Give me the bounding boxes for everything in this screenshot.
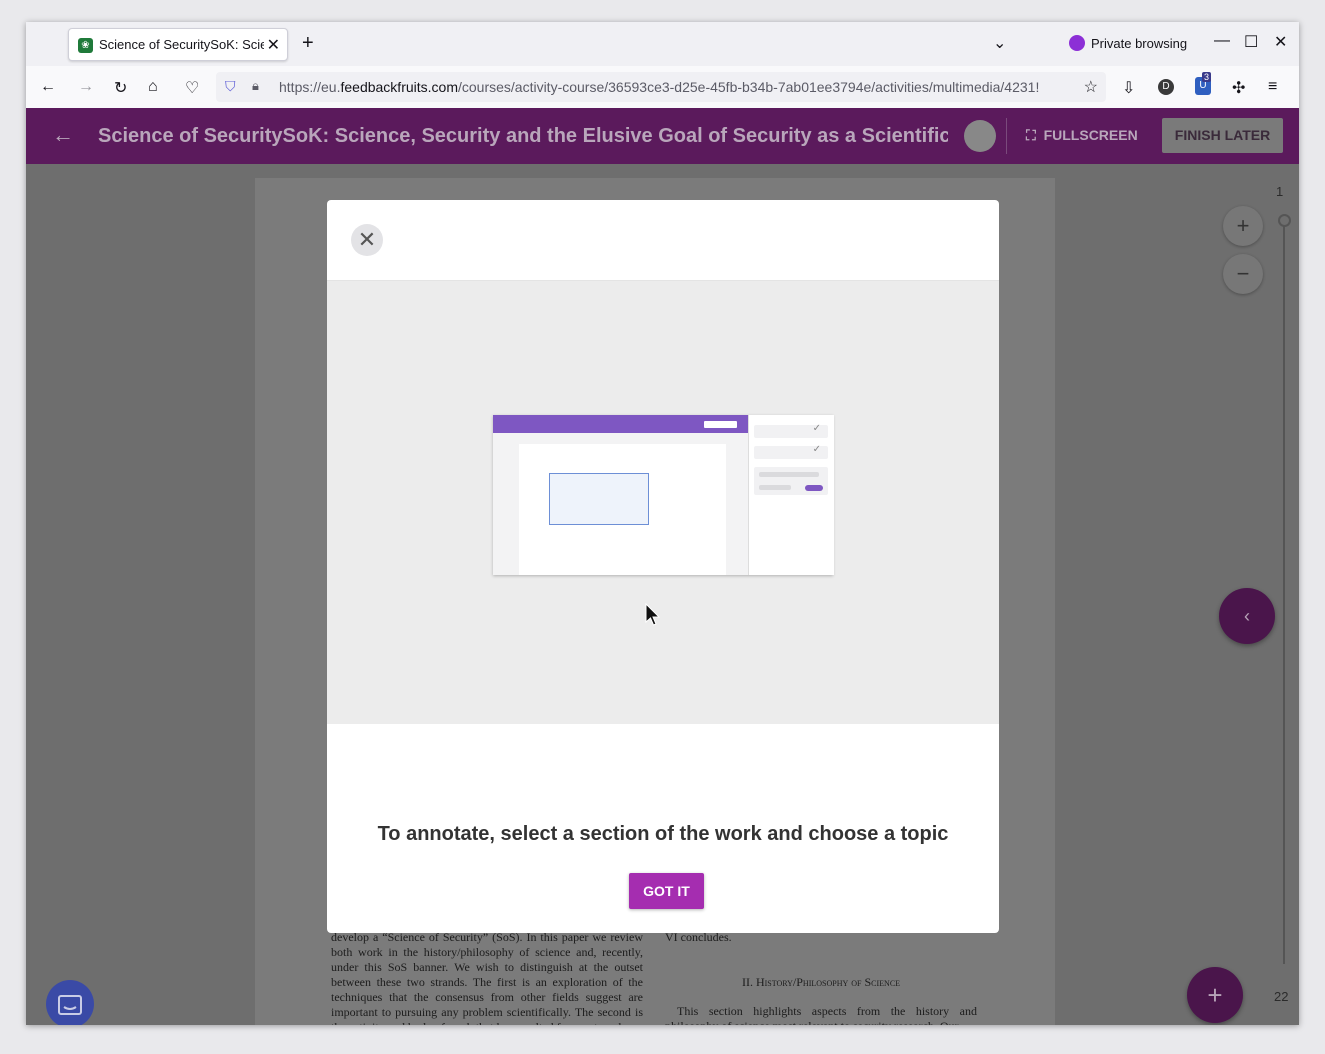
chevron-left-icon: ‹	[1244, 606, 1250, 626]
check-icon: ✓	[812, 444, 821, 455]
bookmark-star-icon[interactable]: ☆	[1084, 77, 1098, 97]
illustration-stage: ✓ ✓	[327, 281, 999, 724]
illustration-pill-button	[805, 485, 823, 491]
browser-tab-active[interactable]: ❀ Science of SecuritySoK: Scie ✕	[68, 28, 288, 61]
illustration-sidebar: ✓ ✓	[748, 415, 834, 575]
mouse-cursor-icon	[645, 603, 661, 626]
reload-icon[interactable]: ↻	[114, 78, 127, 98]
pocket-icon[interactable]: ♡	[185, 78, 199, 98]
illustration-selection-box	[549, 473, 649, 525]
annotation-illustration: ✓ ✓	[493, 415, 834, 575]
navigation-bar: ← → ↻ ⌂ ♡ ⛉ 🔒︎ https://eu.feedbackfruits…	[26, 66, 1299, 109]
plus-icon: +	[1207, 980, 1223, 1010]
illustration-toolbar-button	[704, 421, 737, 428]
list-all-tabs-icon[interactable]: ⌄	[993, 33, 1006, 53]
tab-close-icon[interactable]: ✕	[267, 35, 280, 55]
illustration-card: ✓	[754, 444, 828, 459]
got-it-button[interactable]: GOT IT	[629, 873, 704, 909]
url-text[interactable]: https://eu.feedbackfruits.com/courses/ac…	[279, 79, 1074, 95]
feedbackfruits-favicon-icon: ❀	[78, 38, 93, 53]
app-header: ← Science of SecuritySoK: Science, Secur…	[26, 108, 1299, 164]
document-title: Science of SecuritySoK: Science, Securit…	[98, 125, 948, 147]
window-close-icon[interactable]: ✕	[1274, 32, 1287, 52]
finish-later-button[interactable]: FINISH LATER	[1162, 118, 1283, 153]
tab-title: Science of SecuritySoK: Scie	[99, 37, 264, 52]
zoom-in-button[interactable]: +	[1223, 206, 1263, 246]
fullscreen-button[interactable]: ⛶ FULLSCREEN	[1026, 127, 1138, 144]
onboarding-modal: ✕ ✓ ✓ To annotate, select a section of t…	[327, 200, 999, 933]
modal-message: To annotate, select a section of the wor…	[377, 823, 949, 845]
page-slider-handle[interactable]	[1278, 214, 1291, 227]
tracking-protection-shield-icon[interactable]: ⛉	[225, 78, 236, 95]
private-browsing-indicator: Private browsing	[1069, 35, 1187, 51]
illustration-line	[759, 472, 819, 477]
zoom-out-button[interactable]: −	[1223, 254, 1263, 294]
back-arrow-icon[interactable]: ←	[40, 78, 56, 96]
extensions-puzzle-icon[interactable]: ✣	[1232, 78, 1245, 98]
fullscreen-label: FULLSCREEN	[1043, 127, 1138, 143]
home-icon[interactable]: ⌂	[148, 78, 158, 96]
address-bar[interactable]: ⛉ 🔒︎ https://eu.feedbackfruits.com/cours…	[216, 72, 1106, 102]
avatar[interactable]	[964, 120, 996, 152]
page-slider[interactable]	[1283, 216, 1285, 964]
profile-extension-icon[interactable]: D	[1158, 79, 1174, 95]
header-divider	[1006, 118, 1007, 154]
minimize-icon[interactable]: —	[1214, 32, 1230, 50]
section-heading: II. History/Philosophy of Science	[741, 975, 901, 989]
illustration-line	[759, 485, 791, 490]
document-left-column: develop a “Science of Security” (SoS). I…	[331, 930, 643, 1025]
collapse-sidebar-button[interactable]: ‹	[1219, 588, 1275, 644]
extension-badge: 3	[1202, 72, 1212, 82]
chat-launcher-button[interactable]	[46, 980, 94, 1025]
lock-icon[interactable]: 🔒︎	[252, 78, 259, 94]
page-number-first: 1	[1276, 184, 1284, 199]
chat-icon	[58, 995, 82, 1015]
modal-close-button[interactable]: ✕	[351, 224, 383, 256]
new-tab-button[interactable]: +	[302, 32, 314, 55]
page-number-last: 22	[1274, 989, 1289, 1004]
illustration-topic-card	[754, 467, 828, 495]
back-arrow-icon[interactable]: ←	[52, 122, 74, 148]
menu-hamburger-icon[interactable]: ≡	[1268, 78, 1277, 96]
tab-bar: ❀ Science of SecuritySoK: Scie ✕ + ⌄ Pri…	[26, 22, 1299, 66]
maximize-icon[interactable]: ☐	[1244, 32, 1258, 52]
private-browsing-label: Private browsing	[1091, 36, 1188, 51]
add-annotation-button[interactable]: +	[1187, 967, 1243, 1023]
illustration-card: ✓	[754, 423, 828, 438]
forward-arrow-icon[interactable]: →	[78, 78, 94, 96]
private-browsing-icon	[1069, 35, 1085, 51]
fullscreen-icon: ⛶	[1026, 127, 1036, 143]
document-right-paragraph: This section highlights aspects from the…	[665, 1004, 977, 1025]
check-icon: ✓	[812, 423, 821, 434]
save-to-pocket-icon[interactable]: ⇩	[1122, 78, 1135, 98]
